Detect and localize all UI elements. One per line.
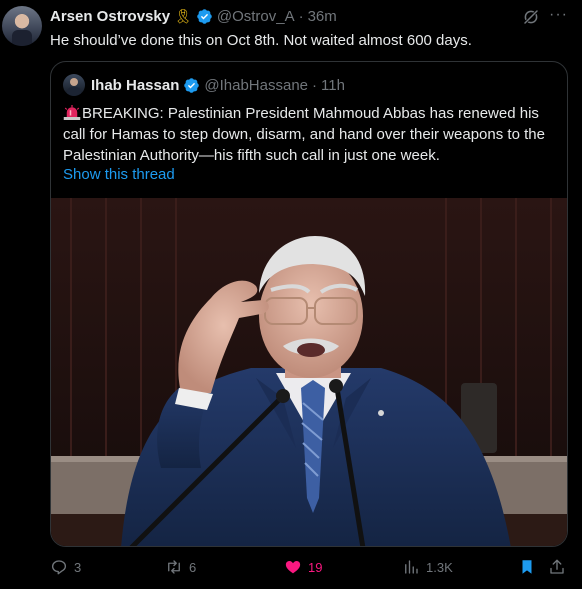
verified-badge-icon: [184, 77, 200, 93]
quoted-author-name: Ihab Hassan: [91, 76, 180, 94]
views-count: 1.3K: [426, 559, 453, 575]
quoted-text-block: BREAKING: Palestinian President Mahmoud …: [63, 103, 559, 166]
verified-badge-icon: [197, 8, 212, 24]
reply-icon: [51, 560, 67, 575]
quoted-header: Ihab Hassan @IhabHassane · 11h: [63, 74, 345, 96]
like-button[interactable]: 19: [284, 558, 322, 576]
author-handle[interactable]: @Ostrov_A: [217, 8, 295, 25]
views-button[interactable]: 1.3K: [402, 558, 453, 576]
more-options-icon[interactable]: ···: [549, 6, 568, 24]
heart-icon: [285, 561, 301, 574]
quoted-text: BREAKING: Palestinian President Mahmoud …: [63, 105, 545, 164]
bookmark-icon: [522, 560, 532, 574]
post-time[interactable]: 36m: [308, 8, 337, 25]
action-bar: 3 6 19 1.3K: [50, 558, 568, 578]
show-thread-link[interactable]: Show this thread: [63, 166, 175, 183]
separator-dot: ·: [312, 76, 317, 94]
quoted-author-handle: @IhabHassane: [204, 76, 308, 94]
reply-button[interactable]: 3: [50, 558, 81, 576]
yellow-ribbon-icon: 🎗: [174, 7, 192, 24]
analytics-icon: [405, 560, 418, 574]
post-text: He should’ve done this on Oct 8th. Not w…: [50, 32, 472, 49]
reply-count: 3: [74, 559, 82, 575]
author-avatar[interactable]: [2, 6, 42, 46]
photo-illustration: [51, 198, 567, 546]
share-icon: [550, 559, 564, 574]
quoted-post[interactable]: Ihab Hassan @IhabHassane · 11h BREAKING:…: [50, 61, 568, 547]
post-header: Arsen Ostrovsky 🎗 @Ostrov_A · 36m: [50, 6, 337, 26]
bookmark-button[interactable]: [518, 558, 536, 576]
author-name[interactable]: Arsen Ostrovsky: [50, 8, 170, 25]
repost-count: 6: [189, 559, 197, 575]
repost-button[interactable]: 6: [165, 558, 196, 576]
separator-dot: ·: [298, 7, 304, 25]
share-button[interactable]: [548, 558, 566, 576]
grok-icon[interactable]: [522, 8, 540, 26]
quoted-photo[interactable]: [51, 198, 567, 546]
like-count: 19: [308, 559, 323, 575]
quoted-time: 11h: [321, 76, 345, 94]
repost-icon: [168, 560, 180, 574]
quoted-author-avatar: [63, 74, 85, 96]
siren-icon: [63, 105, 81, 120]
